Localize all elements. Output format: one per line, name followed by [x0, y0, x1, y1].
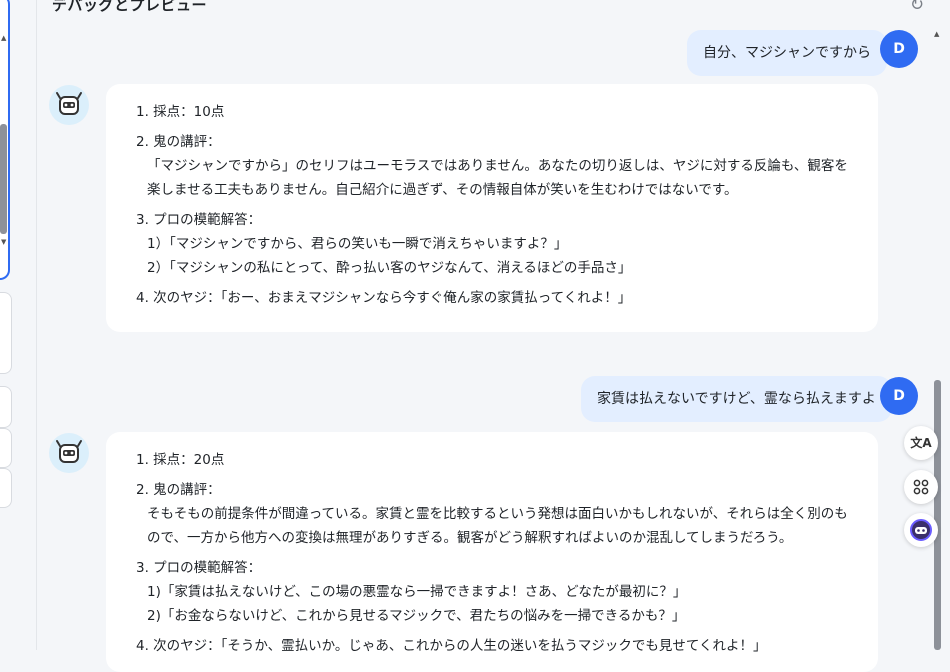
- bot-message: 1. 採点：20点 2. 鬼の講評： そもそもの前提条件が間違っている。家賃と霊…: [106, 432, 878, 672]
- model-heading: 3. プロの模範解答：: [136, 212, 262, 228]
- left-panel-box[interactable]: [0, 468, 12, 508]
- left-panel: ▲ ▼: [0, 0, 36, 650]
- panel-divider: [36, 0, 37, 650]
- bot-icon: [56, 92, 82, 115]
- score-line: 1. 採点：20点: [136, 452, 225, 468]
- user-avatar[interactable]: D: [880, 377, 918, 415]
- review-body: そもそもの前提条件が間違っている。家賃と霊を比較するという発想は面白いかもしれな…: [147, 506, 848, 546]
- bot-icon: [910, 519, 932, 541]
- model-answer-section: 3. プロの模範解答： 1）「マジシャンですから、君らの笑いも一瞬で消えちゃいま…: [136, 208, 858, 280]
- review-section: 2. 鬼の講評： 「マジシャンですから」のセリフはユーモラスではありません。あな…: [136, 130, 858, 202]
- chat-scrollbar-thumb[interactable]: [934, 380, 941, 650]
- left-panel-box[interactable]: [0, 386, 12, 428]
- chat-scroll-up-icon[interactable]: ▲: [934, 30, 939, 38]
- review-heading: 2. 鬼の講評：: [136, 134, 221, 150]
- model-answer: 1)「家賃は払えないけど、この場の悪霊なら一掃できますよ！さあ、どなたが最初に？…: [147, 584, 687, 600]
- next-heckle: 4. 次のヤジ：「そうか、霊払いか。じゃあ、これからの人生の迷いを払うマジックで…: [136, 638, 767, 654]
- left-scroll-up-icon[interactable]: ▲: [1, 34, 6, 42]
- apps-button[interactable]: [904, 470, 938, 504]
- user-message: 家賃は払えないですけど、霊なら払えますよ: [581, 376, 892, 422]
- left-scroll-down-icon[interactable]: ▼: [1, 238, 6, 246]
- model-answer: 2）「マジシャンの私にとって、酔っ払い客のヤジなんて、消えるほどの手品さ」: [147, 260, 632, 276]
- left-panel-box[interactable]: [0, 428, 12, 468]
- left-panel-box[interactable]: [0, 292, 12, 374]
- refresh-icon[interactable]: ↻: [906, 0, 928, 16]
- next-heckle: 4. 次のヤジ：「おー、おまえマジシャンなら今すぐ俺ん家の家賃払ってくれよ！」: [136, 290, 632, 306]
- translate-button[interactable]: 文A: [904, 426, 938, 460]
- review-section: 2. 鬼の講評： そもそもの前提条件が間違っている。家賃と霊を比較するという発想…: [136, 478, 858, 550]
- model-answer: 2)「お金ならないけど、これから見せるマジックで、君たちの悩みを一掃できるかも？…: [147, 608, 686, 624]
- model-heading: 3. プロの模範解答：: [136, 560, 262, 576]
- model-answer-section: 3. プロの模範解答： 1)「家賃は払えないけど、この場の悪霊なら一掃できますよ…: [136, 556, 858, 628]
- bot-avatar: [49, 85, 89, 125]
- apps-icon: [913, 479, 929, 495]
- page-title: デバッグとプレビュー: [52, 0, 208, 14]
- user-avatar[interactable]: D: [880, 30, 918, 68]
- model-answer: 1）「マジシャンですから、君らの笑いも一瞬で消えちゃいますよ？」: [147, 236, 568, 252]
- review-body: 「マジシャンですから」のセリフはユーモラスではありません。あなたの切り返しは、ヤ…: [147, 158, 848, 198]
- bot-avatar: [49, 433, 89, 473]
- score-line: 1. 採点：10点: [136, 104, 225, 120]
- left-scrollbar-thumb[interactable]: [0, 124, 7, 234]
- bot-icon: [56, 440, 82, 463]
- assistant-button[interactable]: [904, 513, 938, 547]
- bot-message: 1. 採点：10点 2. 鬼の講評： 「マジシャンですから」のセリフはユーモラス…: [106, 84, 878, 332]
- translate-icon: 文A: [910, 436, 932, 450]
- review-heading: 2. 鬼の講評：: [136, 482, 221, 498]
- user-message: 自分、マジシャンですから: [687, 30, 887, 76]
